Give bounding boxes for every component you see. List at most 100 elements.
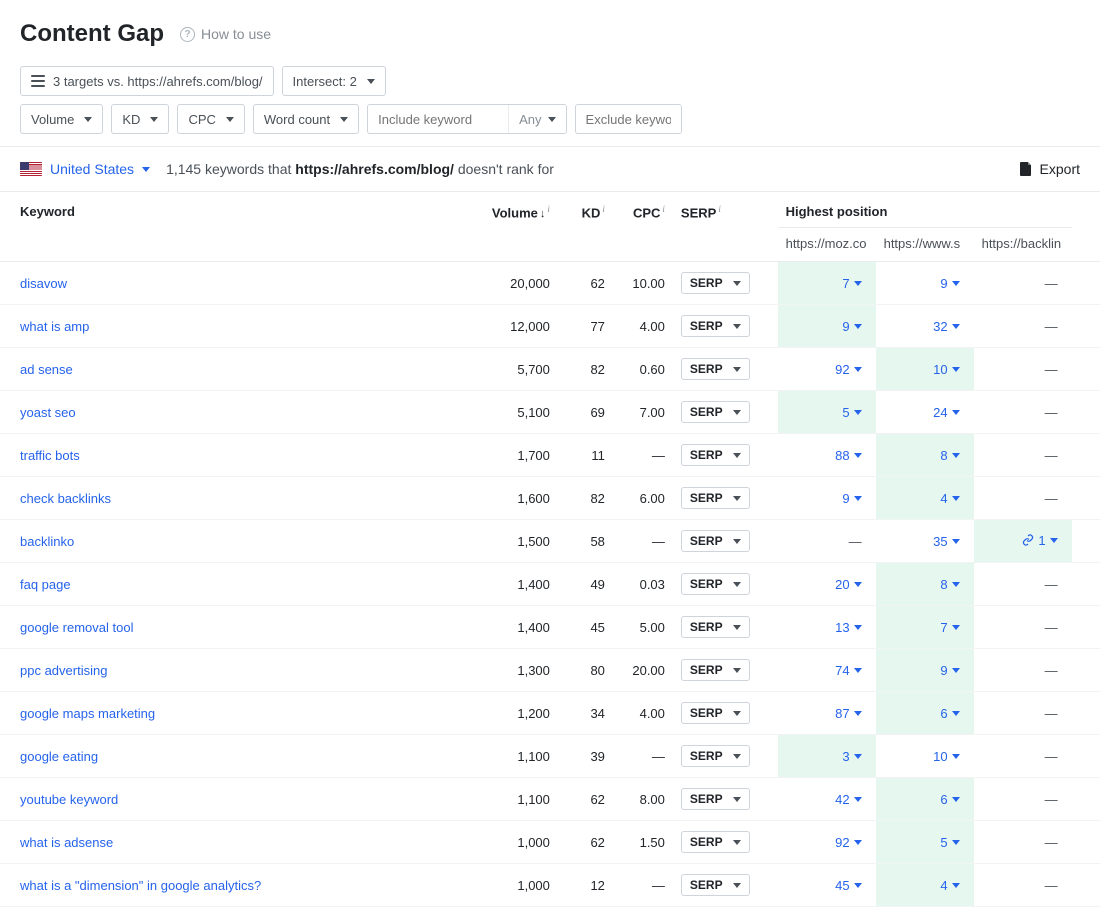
col-competitor-2[interactable]: https://www.s — [876, 228, 974, 262]
position-cell[interactable]: 6 — [876, 778, 974, 821]
volume-cell: 1,400 — [478, 563, 558, 606]
exclude-keyword-input[interactable] — [576, 105, 681, 133]
position-cell[interactable]: 74 — [778, 649, 876, 692]
serp-button[interactable]: SERP — [681, 444, 750, 466]
chevron-down-icon — [854, 840, 862, 845]
position-cell[interactable]: 7 — [876, 606, 974, 649]
keyword-link[interactable]: ppc advertising — [20, 663, 107, 678]
serp-button[interactable]: SERP — [681, 530, 750, 552]
serp-button[interactable]: SERP — [681, 831, 750, 853]
keyword-link[interactable]: yoast seo — [20, 405, 76, 420]
serp-button[interactable]: SERP — [681, 573, 750, 595]
us-flag-icon — [20, 162, 42, 176]
position-cell[interactable]: 92 — [778, 348, 876, 391]
col-competitor-1[interactable]: https://moz.co — [778, 228, 876, 262]
keyword-link[interactable]: ad sense — [20, 362, 73, 377]
position-cell[interactable]: 5 — [876, 821, 974, 864]
position-cell[interactable]: 3 — [778, 735, 876, 778]
cpc-cell: 0.60 — [613, 348, 673, 391]
position-cell[interactable]: 20 — [778, 563, 876, 606]
position-cell[interactable]: 4 — [876, 864, 974, 907]
targets-filter-button[interactable]: 3 targets vs. https://ahrefs.com/blog/ — [20, 66, 274, 96]
cpc-cell: 1.50 — [613, 821, 673, 864]
how-to-use-link[interactable]: ? How to use — [180, 26, 271, 42]
serp-button[interactable]: SERP — [681, 874, 750, 896]
position-cell[interactable]: 7 — [778, 262, 876, 305]
position-cell[interactable]: 6 — [876, 692, 974, 735]
col-cpc[interactable]: CPCi — [613, 192, 673, 262]
serp-button[interactable]: SERP — [681, 745, 750, 767]
position-cell[interactable]: 10 — [876, 348, 974, 391]
chevron-down-icon — [733, 582, 741, 587]
serp-button[interactable]: SERP — [681, 487, 750, 509]
serp-button[interactable]: SERP — [681, 315, 750, 337]
col-volume[interactable]: Volume↓i — [478, 192, 558, 262]
keyword-link[interactable]: what is adsense — [20, 835, 113, 850]
position-cell[interactable]: 9 — [778, 477, 876, 520]
keywords-table: Keyword Volume↓i KDi CPCi SERPi Highest … — [0, 192, 1100, 907]
kd-filter-button[interactable]: KD — [111, 104, 169, 134]
keyword-link[interactable]: youtube keyword — [20, 792, 118, 807]
keyword-link[interactable]: google removal tool — [20, 620, 133, 635]
position-cell[interactable]: 8 — [876, 563, 974, 606]
keyword-link[interactable]: disavow — [20, 276, 67, 291]
page-title: Content Gap — [20, 20, 164, 48]
kd-cell: 11 — [558, 434, 613, 477]
country-selector[interactable]: United States — [20, 161, 150, 177]
intersect-filter-button[interactable]: Intersect: 2 — [282, 66, 386, 96]
position-cell[interactable]: 4 — [876, 477, 974, 520]
volume-cell: 1,400 — [478, 606, 558, 649]
keyword-link[interactable]: backlinko — [20, 534, 74, 549]
position-cell[interactable]: 8 — [876, 434, 974, 477]
table-row: backlinko1,50058—SERP—35 1 — [0, 520, 1100, 563]
word-count-filter-button[interactable]: Word count — [253, 104, 359, 134]
keyword-link[interactable]: what is amp — [20, 319, 89, 334]
keyword-link[interactable]: faq page — [20, 577, 71, 592]
position-cell[interactable]: 10 — [876, 735, 974, 778]
serp-button[interactable]: SERP — [681, 788, 750, 810]
position-cell[interactable]: 5 — [778, 391, 876, 434]
link-icon — [1022, 534, 1034, 546]
position-cell: — — [974, 563, 1072, 606]
position-cell[interactable]: 24 — [876, 391, 974, 434]
col-competitor-3[interactable]: https://backlin — [974, 228, 1072, 262]
include-match-button[interactable]: Any — [508, 105, 565, 133]
cpc-filter-button[interactable]: CPC — [177, 104, 244, 134]
position-cell[interactable]: 88 — [778, 434, 876, 477]
volume-filter-button[interactable]: Volume — [20, 104, 103, 134]
position-cell[interactable]: 42 — [778, 778, 876, 821]
export-button[interactable]: Export — [1020, 161, 1080, 177]
position-cell[interactable]: 1 — [974, 520, 1072, 563]
position-cell[interactable]: 9 — [876, 649, 974, 692]
position-cell[interactable]: 35 — [876, 520, 974, 563]
sort-desc-icon: ↓ — [540, 208, 546, 220]
chevron-down-icon — [854, 410, 862, 415]
position-cell[interactable]: 13 — [778, 606, 876, 649]
position-cell[interactable]: 9 — [778, 305, 876, 348]
serp-button[interactable]: SERP — [681, 272, 750, 294]
table-row: yoast seo5,100697.00SERP5 24 — — [0, 391, 1100, 434]
empty-cell — [1072, 778, 1100, 821]
cpc-cell: 20.00 — [613, 649, 673, 692]
keyword-link[interactable]: check backlinks — [20, 491, 111, 506]
keyword-link[interactable]: what is a "dimension" in google analytic… — [20, 878, 261, 893]
serp-cell: SERP — [673, 864, 758, 907]
position-cell[interactable]: 87 — [778, 692, 876, 735]
keyword-link[interactable]: traffic bots — [20, 448, 80, 463]
serp-button[interactable]: SERP — [681, 358, 750, 380]
keyword-link[interactable]: google eating — [20, 749, 98, 764]
position-cell[interactable]: 32 — [876, 305, 974, 348]
serp-button[interactable]: SERP — [681, 702, 750, 724]
serp-button[interactable]: SERP — [681, 401, 750, 423]
col-kd[interactable]: KDi — [558, 192, 613, 262]
serp-button[interactable]: SERP — [681, 659, 750, 681]
include-keyword-input[interactable] — [368, 105, 508, 133]
keyword-link[interactable]: google maps marketing — [20, 706, 155, 721]
volume-cell: 5,700 — [478, 348, 558, 391]
position-cell[interactable]: 9 — [876, 262, 974, 305]
position-cell[interactable]: 45 — [778, 864, 876, 907]
position-cell[interactable]: 92 — [778, 821, 876, 864]
serp-button[interactable]: SERP — [681, 616, 750, 638]
col-keyword[interactable]: Keyword — [0, 192, 478, 262]
col-serp[interactable]: SERPi — [673, 192, 758, 262]
